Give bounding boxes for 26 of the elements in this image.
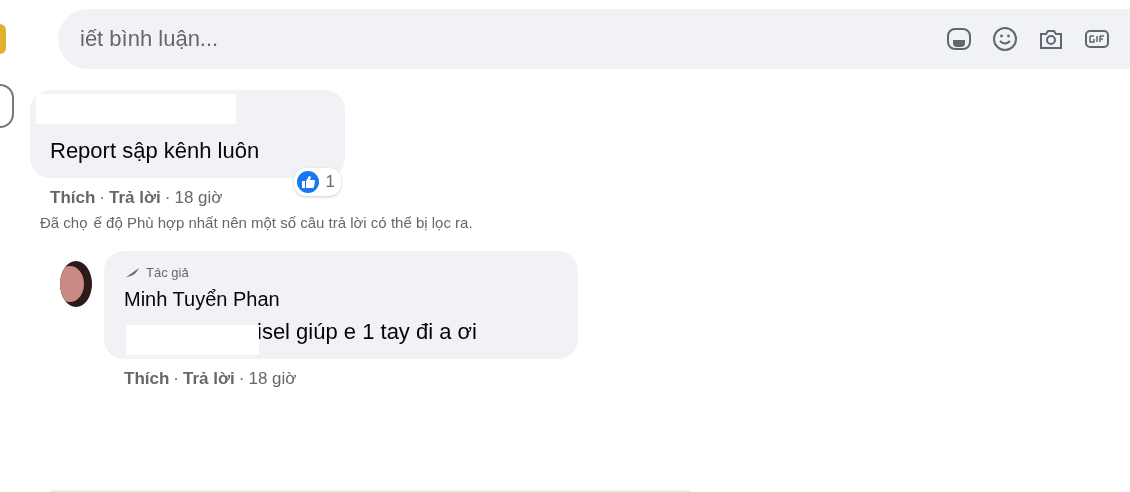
comment-input[interactable]: iết bình luận...	[58, 26, 946, 52]
filter-note: ế độ Phù hợp nhất nên một số câu trả lời có thể bị lọc ra.	[93, 214, 473, 231]
separator-dot: ·	[173, 369, 179, 389]
action-link[interactable]: Trả lời	[183, 369, 235, 389]
avatar[interactable]	[60, 261, 92, 307]
comment-field[interactable]: iết bình luận...	[58, 9, 1130, 69]
separator-dot: ·	[238, 369, 245, 389]
action-link[interactable]: Thích	[124, 369, 170, 389]
reaction-count: 1	[325, 172, 335, 192]
like-icon	[295, 170, 320, 194]
feather-icon	[124, 266, 140, 279]
author-name[interactable]: Minh Tuyển Phan	[124, 288, 554, 311]
avatar-edge	[0, 24, 6, 54]
comment-text: Report sập kênh luôn	[50, 138, 261, 164]
reaction-badge[interactable]: 1	[293, 168, 341, 196]
sticker-icon[interactable]	[946, 26, 972, 52]
avatar-edge	[0, 84, 14, 128]
separator-dot: ·	[99, 188, 105, 208]
timestamp: 18 giờ	[248, 369, 297, 389]
action-link[interactable]: Thích	[50, 188, 96, 208]
filter-note: Đã chọ	[40, 214, 88, 231]
timestamp: 18 giờ	[174, 188, 223, 208]
author-label: Tác giả	[146, 265, 189, 280]
action-link[interactable]: Trả lời	[109, 188, 161, 208]
emoji-icon[interactable]	[992, 26, 1018, 52]
separator-dot: ·	[164, 188, 171, 208]
